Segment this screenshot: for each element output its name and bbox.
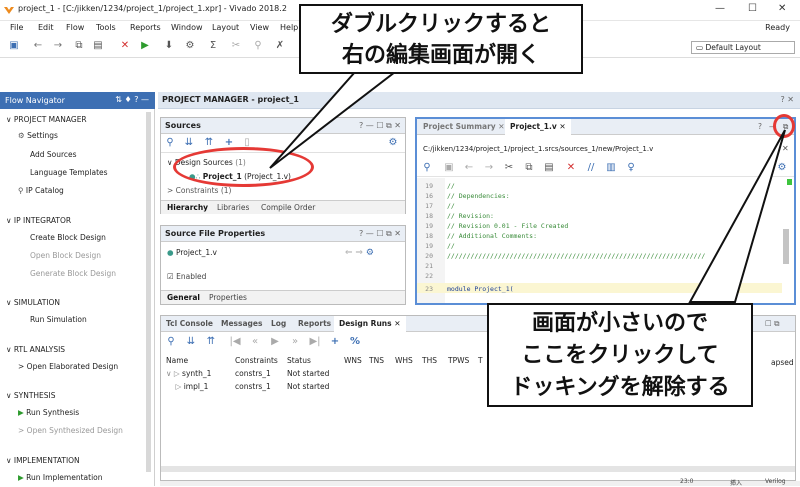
- callout-top: ダブルクリックすると 右の編集画面が開く: [299, 4, 583, 74]
- callout-bottom: 画面が小さいので ここをクリックして ドッキングを解除する: [487, 303, 753, 407]
